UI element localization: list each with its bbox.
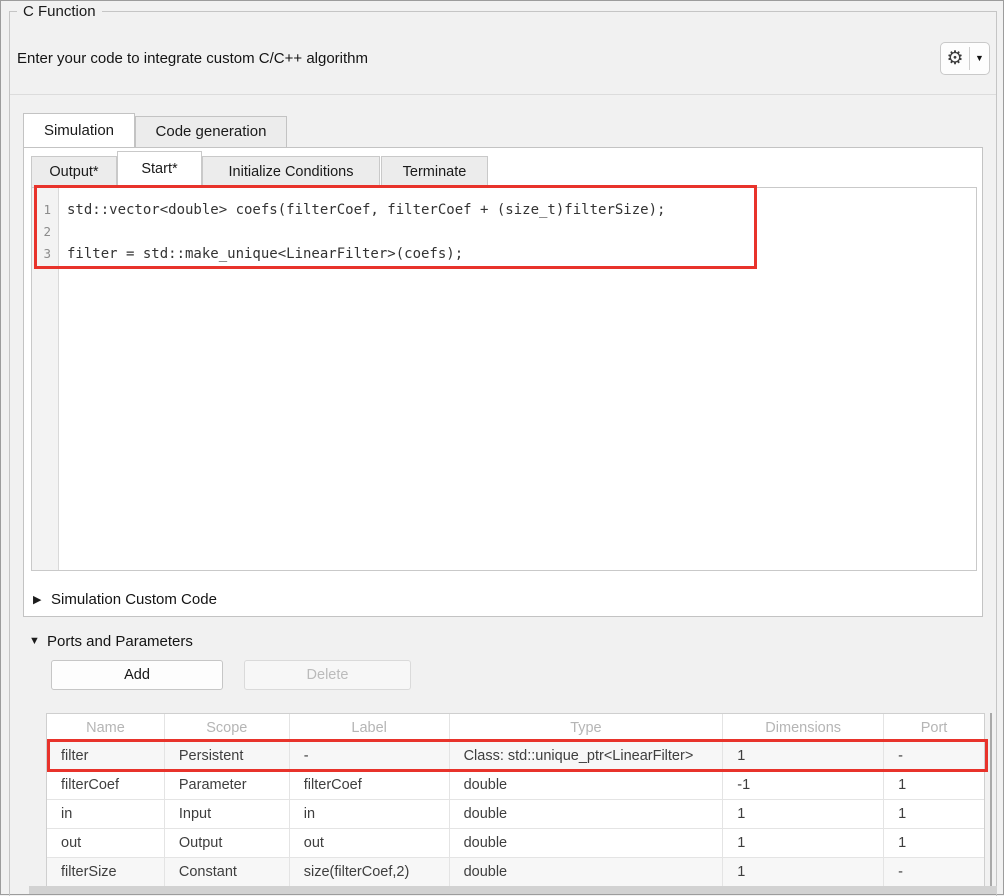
column-header-port: Port	[884, 714, 984, 741]
section-label: Simulation Custom Code	[51, 591, 217, 608]
cell-scope[interactable]: Output	[165, 829, 290, 857]
column-header-dimensions: Dimensions	[723, 714, 884, 741]
table-row-out[interactable]: out Output out double 1 1	[47, 829, 984, 858]
cell-dimensions[interactable]: 1	[723, 742, 884, 770]
tab-initialize-conditions[interactable]: Initialize Conditions	[202, 156, 380, 187]
code-line	[67, 221, 976, 243]
cell-dimensions[interactable]: 1	[723, 800, 884, 828]
cell-dimensions[interactable]: 1	[723, 829, 884, 857]
add-button[interactable]: Add	[51, 660, 223, 690]
tab-output[interactable]: Output*	[31, 156, 117, 187]
table-vertical-scrollbar[interactable]	[990, 713, 992, 886]
code-editor[interactable]: 1 2 3 std::vector<double> coefs(filterCo…	[31, 187, 977, 571]
section-label: Ports and Parameters	[47, 633, 193, 650]
expanded-triangle-icon[interactable]: ▼	[29, 635, 47, 647]
cell-scope[interactable]: Parameter	[165, 771, 290, 799]
column-header-type: Type	[450, 714, 724, 741]
code-line: filter = std::make_unique<LinearFilter>(…	[67, 243, 976, 265]
tab-terminate[interactable]: Terminate	[381, 156, 488, 187]
c-function-dialog: C Function Enter your code to integrate …	[0, 0, 1004, 895]
cell-name[interactable]: filter	[47, 742, 165, 770]
group-box-title: C Function	[17, 2, 102, 21]
section-ports-and-parameters[interactable]: ▼ Ports and Parameters	[29, 629, 193, 653]
code-text-area[interactable]: std::vector<double> coefs(filterCoef, fi…	[59, 188, 976, 570]
cell-name[interactable]: filterSize	[47, 858, 165, 887]
gear-icon[interactable]: ⚙	[941, 43, 969, 74]
horizontal-scrollbar[interactable]	[29, 886, 997, 894]
cell-port[interactable]: -	[884, 858, 984, 887]
cell-name[interactable]: filterCoef	[47, 771, 165, 799]
cell-name[interactable]: out	[47, 829, 165, 857]
cell-dimensions[interactable]: -1	[723, 771, 884, 799]
line-number: 2	[32, 221, 58, 243]
table-header-row: Name Scope Label Type Dimensions Port	[47, 714, 984, 742]
cell-port[interactable]: 1	[884, 829, 984, 857]
table-row-filtersize[interactable]: filterSize Constant size(filterCoef,2) d…	[47, 858, 984, 887]
cell-dimensions[interactable]: 1	[723, 858, 884, 887]
cell-type[interactable]: double	[450, 858, 724, 887]
column-header-scope: Scope	[165, 714, 290, 741]
column-header-name: Name	[47, 714, 165, 741]
cell-scope[interactable]: Persistent	[165, 742, 290, 770]
chevron-down-icon[interactable]: ▼	[970, 43, 989, 74]
tab-simulation[interactable]: Simulation	[23, 113, 135, 147]
cell-label[interactable]: size(filterCoef,2)	[290, 858, 450, 887]
cell-scope[interactable]: Input	[165, 800, 290, 828]
settings-split-button[interactable]: ⚙ ▼	[940, 42, 990, 75]
collapsed-triangle-icon[interactable]: ▶	[33, 593, 51, 606]
cell-label[interactable]: -	[290, 742, 450, 770]
column-header-label: Label	[290, 714, 450, 741]
table-row-in[interactable]: in Input in double 1 1	[47, 800, 984, 829]
table-row-filtercoef[interactable]: filterCoef Parameter filterCoef double -…	[47, 771, 984, 800]
cell-scope[interactable]: Constant	[165, 858, 290, 887]
line-number: 1	[32, 199, 58, 221]
code-line: std::vector<double> coefs(filterCoef, fi…	[67, 199, 976, 221]
line-number-gutter: 1 2 3	[32, 188, 59, 570]
header-separator	[10, 94, 996, 95]
cell-type[interactable]: double	[450, 771, 724, 799]
cell-type[interactable]: double	[450, 800, 724, 828]
section-simulation-custom-code[interactable]: ▶ Simulation Custom Code	[33, 587, 217, 611]
cell-label[interactable]: out	[290, 829, 450, 857]
cell-label[interactable]: in	[290, 800, 450, 828]
dialog-description: Enter your code to integrate custom C/C+…	[17, 50, 368, 67]
cell-type[interactable]: double	[450, 829, 724, 857]
cell-label[interactable]: filterCoef	[290, 771, 450, 799]
tab-code-generation[interactable]: Code generation	[135, 116, 287, 147]
delete-button[interactable]: Delete	[244, 660, 411, 690]
cell-port[interactable]: 1	[884, 771, 984, 799]
cell-type[interactable]: Class: std::unique_ptr<LinearFilter>	[450, 742, 724, 770]
cell-port[interactable]: 1	[884, 800, 984, 828]
tab-start[interactable]: Start*	[117, 151, 202, 187]
table-row-filter[interactable]: filter Persistent - Class: std::unique_p…	[47, 742, 984, 771]
cell-name[interactable]: in	[47, 800, 165, 828]
line-number: 3	[32, 243, 58, 265]
cell-port[interactable]: -	[884, 742, 984, 770]
ports-parameters-table: Name Scope Label Type Dimensions Port fi…	[46, 713, 985, 888]
